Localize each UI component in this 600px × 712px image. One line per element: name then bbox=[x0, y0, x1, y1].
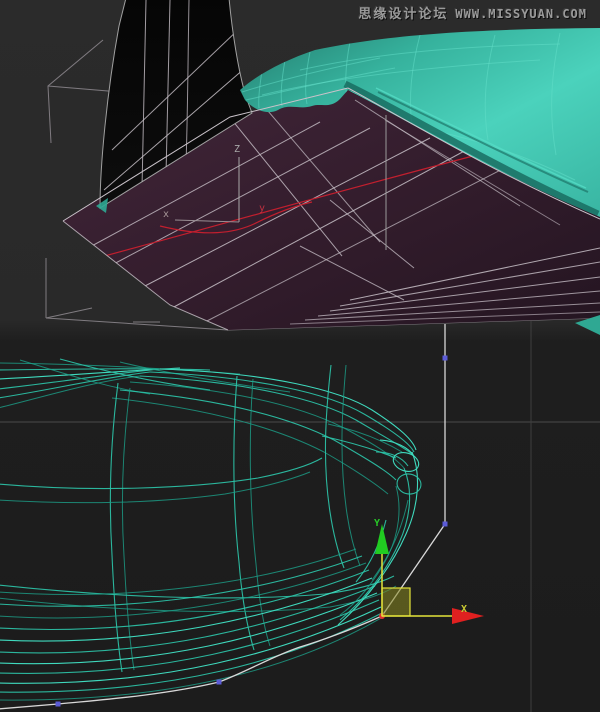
watermark-site-url: WWW.MISSYUAN.COM bbox=[455, 7, 587, 21]
gizmo-label-x: X bbox=[461, 604, 467, 615]
watermark: 思缘设计论坛 WWW.MISSYUAN.COM bbox=[358, 3, 587, 22]
watermark-forum-name: 思缘设计论坛 bbox=[358, 7, 449, 22]
max-viewport-canvas: Z x y Y X 思缘设计论坛 WWW.MISSYUAN.COM bbox=[0, 0, 600, 712]
viewport-canvas[interactable]: Z x y Y X bbox=[0, 0, 600, 712]
spline-vertex[interactable] bbox=[55, 701, 61, 707]
axis-label-z: Z bbox=[234, 144, 240, 155]
spline-vertex[interactable] bbox=[442, 355, 448, 361]
spline-vertex[interactable] bbox=[442, 521, 448, 527]
axis-label-x: x bbox=[163, 209, 169, 220]
gizmo-label-y: Y bbox=[374, 518, 380, 529]
axis-label-y: y bbox=[259, 203, 265, 214]
gizmo-xy-plane-handle[interactable] bbox=[381, 587, 411, 617]
spline-vertex[interactable] bbox=[216, 679, 222, 685]
